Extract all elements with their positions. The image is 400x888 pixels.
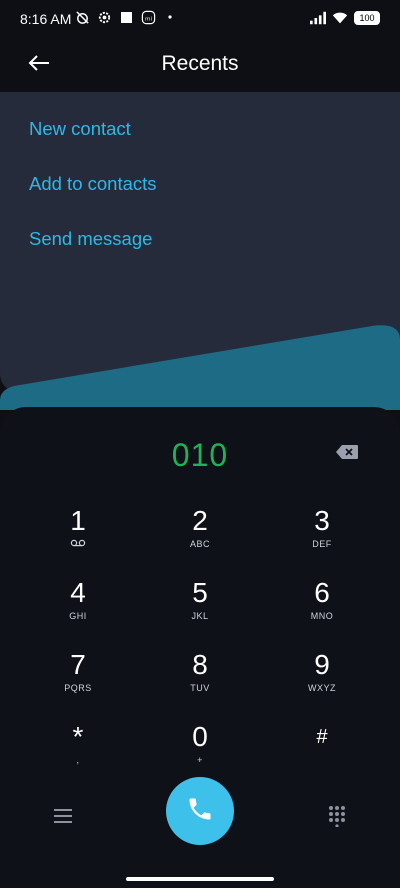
key-letters: WXYZ — [308, 683, 336, 693]
key-letters: JKL — [191, 611, 209, 621]
status-bar: 8:16 AM mi 100 — [0, 0, 400, 40]
signal-icon — [310, 10, 326, 26]
key-5[interactable]: 5 JKL — [145, 577, 255, 639]
key-letters: DEF — [312, 539, 332, 549]
dialer-bottom-bar — [0, 767, 400, 857]
key-digit: 4 — [70, 577, 86, 608]
key-letters: PQRS — [64, 683, 92, 693]
key-digit: 2 — [192, 505, 208, 536]
new-contact-option[interactable]: New contact — [29, 118, 131, 140]
key-digit: 6 — [314, 577, 330, 608]
dialpad-icon — [328, 805, 346, 832]
key-digit: * — [72, 721, 84, 752]
key-letters: MNO — [310, 611, 334, 621]
square-icon — [118, 9, 134, 25]
key-digit: 9 — [314, 649, 330, 680]
dot-icon — [162, 9, 178, 25]
key-3[interactable]: 3 DEF — [267, 505, 377, 567]
status-icons-right: 100 — [310, 10, 380, 26]
voicemail-icon — [23, 539, 133, 549]
key-digit: 3 — [314, 505, 330, 536]
wifi-icon — [332, 10, 348, 26]
key-7[interactable]: 7 PQRS — [23, 649, 133, 711]
battery-icon: 100 — [354, 11, 380, 25]
key-2[interactable]: 2 ABC — [145, 505, 255, 567]
status-time: 8:16 AM — [20, 11, 72, 27]
key-4[interactable]: 4 GHI — [23, 577, 133, 639]
key-digit: 1 — [70, 505, 86, 536]
phone-icon — [186, 795, 214, 828]
hamburger-menu-icon — [54, 808, 72, 828]
send-message-option[interactable]: Send message — [29, 228, 152, 250]
key-digit: 0 — [192, 721, 208, 752]
backspace-icon — [335, 444, 359, 465]
key-1[interactable]: 1 — [23, 505, 133, 567]
status-icons-left: mi — [74, 9, 178, 25]
key-letters: , — [76, 755, 80, 765]
key-digit: # — [316, 726, 328, 748]
backspace-button[interactable] — [334, 444, 360, 465]
key-letters: ABC — [189, 539, 210, 549]
header: Recents — [0, 40, 400, 92]
key-9[interactable]: 9 WXYZ — [267, 649, 377, 711]
call-button[interactable] — [166, 777, 234, 845]
home-indicator[interactable] — [126, 877, 274, 881]
alarm-off-icon — [74, 9, 90, 25]
dialer-sheet: 010 1 2 ABC 3 DEF 4 GHI 5 JKL 6 MNO 7 PQ… — [0, 407, 400, 888]
key-letters: + — [197, 755, 203, 765]
mi-icon: mi — [140, 9, 156, 25]
decorative-wave — [0, 325, 400, 410]
key-digit: 5 — [192, 577, 208, 608]
key-6[interactable]: 6 MNO — [267, 577, 377, 639]
svg-text:mi: mi — [144, 16, 151, 22]
page-title: Recents — [161, 52, 239, 75]
key-letters: TUV — [190, 683, 210, 693]
settings-gear-icon — [96, 9, 112, 25]
key-letters: GHI — [69, 611, 87, 621]
key-8[interactable]: 8 TUV — [145, 649, 255, 711]
key-digit: 8 — [192, 649, 208, 680]
keypad-toggle-button[interactable] — [322, 803, 352, 833]
menu-button[interactable] — [48, 805, 78, 831]
add-to-contacts-option[interactable]: Add to contacts — [29, 173, 157, 195]
key-digit: 7 — [70, 649, 86, 680]
